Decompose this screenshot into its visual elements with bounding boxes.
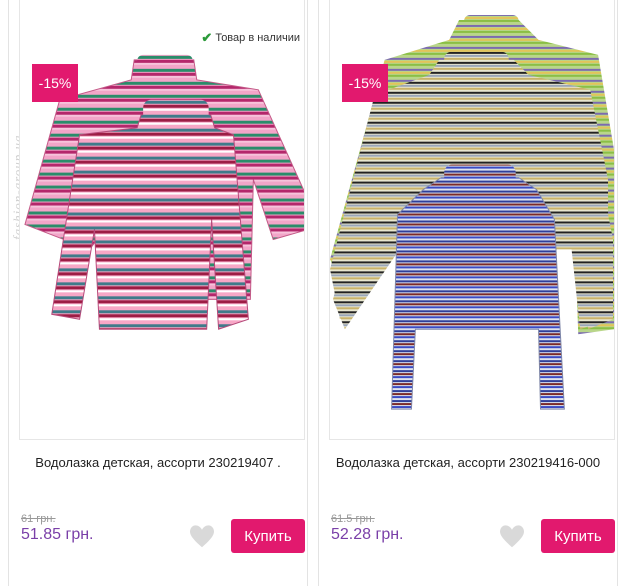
product-card: fashion-group.ua -15% ✔ Товар в наличии …	[8, 0, 308, 586]
current-price: 52.28 грн.	[331, 526, 404, 543]
check-icon: ✔	[201, 30, 213, 45]
current-price: 51.85 грн.	[21, 526, 94, 543]
wishlist-heart-icon[interactable]	[497, 521, 527, 551]
old-price: 61 грн.	[21, 513, 56, 525]
in-stock-indicator: ✔ Товар в наличии	[201, 30, 300, 46]
product-image-frame[interactable]: -15% ✔ Товар в наличии	[19, 0, 305, 440]
product-title[interactable]: Водолазка детская, ассорти 230219416-000	[319, 455, 617, 470]
product-image-frame[interactable]: -15%	[329, 0, 615, 440]
discount-badge: -15%	[342, 64, 388, 102]
old-price: 61.5 грн.	[331, 513, 375, 525]
wishlist-heart-icon[interactable]	[187, 521, 217, 551]
discount-badge: -15%	[32, 64, 78, 102]
buy-button[interactable]: Купить	[231, 519, 305, 553]
stock-label: Товар в наличии	[215, 32, 300, 44]
buy-button[interactable]: Купить	[541, 519, 615, 553]
product-title[interactable]: Водолазка детская, ассорти 230219407 .	[9, 455, 307, 470]
product-card: -15% Водолазка детская, ассорти 23021941…	[318, 0, 618, 586]
